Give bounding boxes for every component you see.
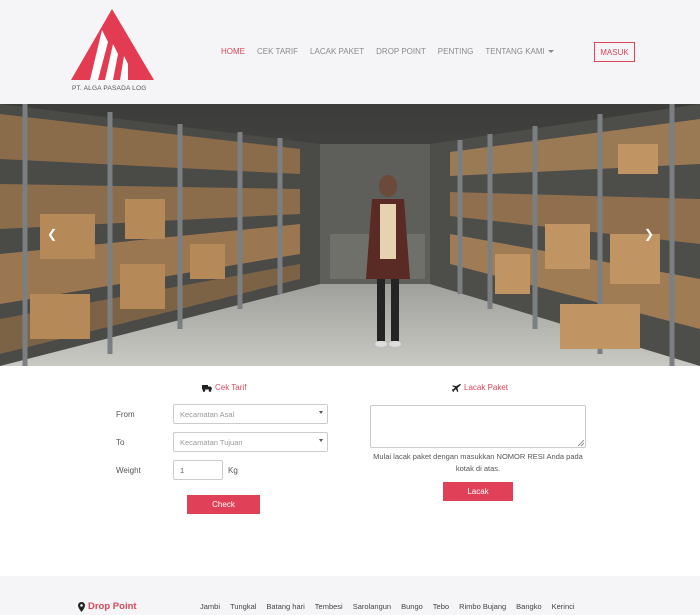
map-marker-icon xyxy=(78,601,85,612)
drop-point-item[interactable]: Tembesi xyxy=(315,602,343,611)
nav-tentang-kami-label: TENTANG KAMI xyxy=(485,47,545,56)
chevron-down-icon xyxy=(319,411,323,414)
resize-grip-icon[interactable] xyxy=(578,440,584,446)
carousel-next-icon[interactable]: ❯ xyxy=(644,228,654,240)
check-button[interactable]: Check xyxy=(187,495,260,514)
weight-input[interactable]: 1 xyxy=(173,460,223,480)
drop-point-item[interactable]: Tungkal xyxy=(230,602,256,611)
nav-home[interactable]: HOME xyxy=(221,47,245,56)
drop-point-title-label: Drop Point xyxy=(88,601,137,612)
cek-tarif-title: Cek Tarif xyxy=(202,383,246,392)
nav-penting[interactable]: PENTING xyxy=(438,47,474,56)
drop-point-item[interactable]: Bungo xyxy=(401,602,423,611)
from-label: From xyxy=(116,410,135,419)
company-name: PT. ALGA PASADA LOG xyxy=(72,85,147,92)
drop-point-item[interactable]: Jambi xyxy=(200,602,220,611)
login-button[interactable]: MASUK xyxy=(594,42,635,62)
hero-warehouse-image xyxy=(0,104,700,366)
chevron-down-icon xyxy=(319,439,323,442)
weight-unit: Kg xyxy=(228,466,238,475)
drop-point-list: Jambi Tungkal Batang hari Tembesi Sarola… xyxy=(200,602,585,611)
plane-icon xyxy=(452,383,461,392)
carousel-prev-icon[interactable]: ❮ xyxy=(47,228,57,240)
drop-point-item[interactable]: Bangko xyxy=(516,602,541,611)
main-nav: HOME CEK TARIF LACAK PAKET DROP POINT PE… xyxy=(221,47,566,56)
drop-point-item[interactable]: Batang hari xyxy=(266,602,304,611)
from-select[interactable]: Kecamatan Asal xyxy=(173,404,328,424)
nav-lacak-paket[interactable]: LACAK PAKET xyxy=(310,47,364,56)
weight-label: Weight xyxy=(116,466,141,475)
drop-point-item[interactable]: Tebo xyxy=(433,602,449,611)
truck-icon xyxy=(202,384,212,392)
drop-point-title: Drop Point xyxy=(78,601,137,612)
drop-point-item[interactable]: Kerinci xyxy=(552,602,575,611)
lacak-paket-title: Lacak Paket xyxy=(452,383,508,392)
nav-tentang-kami[interactable]: TENTANG KAMI xyxy=(485,47,554,56)
lacak-paket-title-label: Lacak Paket xyxy=(464,383,509,392)
hero-carousel: ❮ ❯ xyxy=(0,104,700,366)
company-logo[interactable] xyxy=(68,6,158,96)
lacak-help-text: Mulai lacak paket dengan masukkan NOMOR … xyxy=(373,452,583,473)
to-select[interactable]: Kecamatan Tujuan xyxy=(173,432,328,452)
to-label: To xyxy=(116,438,125,447)
site-header: PT. ALGA PASADA LOG HOME CEK TARIF LACAK… xyxy=(0,0,700,104)
nav-drop-point[interactable]: DROP POINT xyxy=(376,47,426,56)
to-select-placeholder: Kecamatan Tujuan xyxy=(180,437,243,447)
lacak-button[interactable]: Lacak xyxy=(443,482,513,501)
drop-point-item[interactable]: Rimbo Bujang xyxy=(459,602,506,611)
resi-textarea[interactable] xyxy=(370,405,586,448)
caret-down-icon xyxy=(547,50,554,54)
drop-point-item[interactable]: Sarolangun xyxy=(353,602,391,611)
cek-tarif-title-label: Cek Tarif xyxy=(215,383,247,392)
from-select-placeholder: Kecamatan Asal xyxy=(180,409,235,419)
logo-mark-icon xyxy=(71,9,154,80)
nav-cek-tarif[interactable]: CEK TARIF xyxy=(257,47,298,56)
